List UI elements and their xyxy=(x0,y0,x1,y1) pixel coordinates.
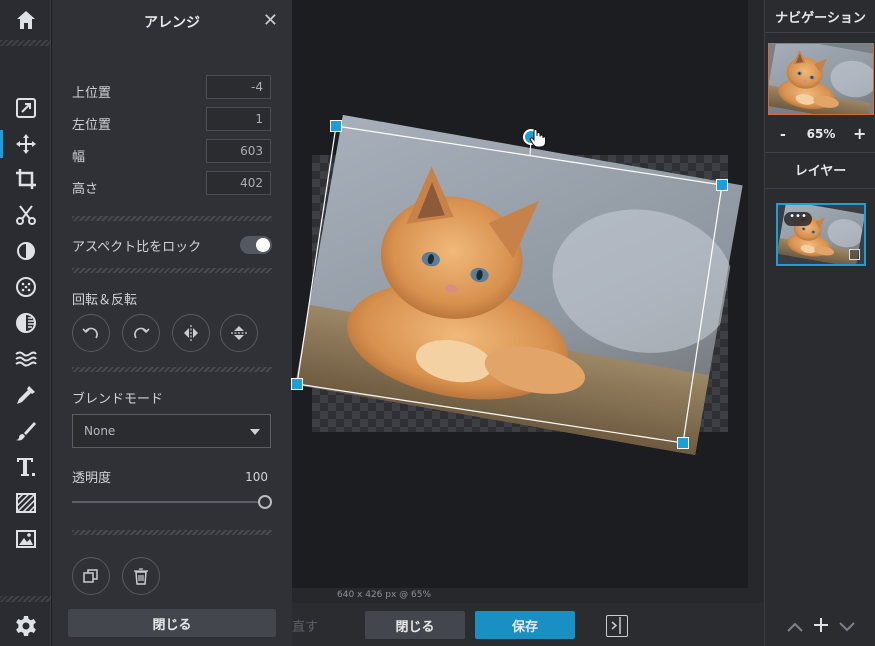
section-divider xyxy=(765,32,875,33)
duplicate-icon xyxy=(83,569,98,583)
aspect-lock-toggle[interactable] xyxy=(240,236,272,254)
aspect-lock-label: アスペクト比をロック xyxy=(72,240,202,255)
adjust-icon[interactable] xyxy=(0,235,51,267)
panel-close-button[interactable]: 閉じる xyxy=(68,609,276,637)
flip-vertical-button[interactable] xyxy=(220,314,258,352)
settings-icon[interactable] xyxy=(0,610,51,642)
resize-icon[interactable] xyxy=(0,92,51,124)
navigation-preview-image xyxy=(769,44,873,114)
blend-mode-label: ブレンドモード xyxy=(72,392,164,407)
chevron-down-icon[interactable] xyxy=(838,618,856,639)
rotate-left-button[interactable] xyxy=(72,314,110,352)
opacity-slider-track[interactable] xyxy=(72,501,258,503)
rotate-right-button[interactable] xyxy=(122,314,160,352)
navigation-thumbnail[interactable] xyxy=(768,43,874,115)
photo-editor: アレンジ ✕ 上位置 -4 左位置 1 幅 603 高さ 402 アスペクト比を… xyxy=(0,0,875,646)
move-icon[interactable] xyxy=(0,128,51,160)
opacity-slider-thumb[interactable] xyxy=(258,495,272,509)
section-divider xyxy=(72,216,272,221)
hand-cursor-icon xyxy=(529,128,546,148)
left-position-input[interactable]: 1 xyxy=(206,107,271,131)
height-label: 高さ xyxy=(72,182,99,197)
resize-handle-top-right[interactable] xyxy=(716,179,728,191)
section-divider xyxy=(72,367,272,372)
eyedropper-icon[interactable] xyxy=(0,379,51,411)
wave-icon[interactable] xyxy=(0,343,51,375)
section-divider xyxy=(72,268,272,273)
flip-horizontal-button[interactable] xyxy=(172,314,210,352)
brush-icon[interactable] xyxy=(0,415,51,447)
tool-bar xyxy=(0,0,51,646)
layers-title: レイヤー xyxy=(794,164,847,179)
zoom-in-button[interactable]: + xyxy=(853,124,866,143)
delete-layer-button[interactable] xyxy=(122,557,160,595)
resize-handle-bottom-left[interactable] xyxy=(291,378,303,390)
canvas-scrollbar[interactable] xyxy=(748,0,764,603)
section-divider xyxy=(72,530,272,535)
blend-mode-value: None xyxy=(84,424,116,438)
height-input[interactable]: 402 xyxy=(206,171,271,195)
width-label: 幅 xyxy=(72,150,86,165)
toggle-knob xyxy=(256,238,270,252)
rotate-flip-label: 回転＆反転 xyxy=(72,293,138,308)
layer-visibility-icon[interactable] xyxy=(849,249,860,260)
blend-mode-select[interactable]: None xyxy=(72,414,271,448)
top-position-label: 上位置 xyxy=(72,86,112,101)
redo-text[interactable]: 直す xyxy=(292,616,318,635)
opacity-label: 透明度 xyxy=(72,471,112,486)
effects-icon[interactable] xyxy=(0,271,51,303)
layer-menu-button[interactable]: ••• xyxy=(784,212,812,226)
filter-icon[interactable] xyxy=(0,307,51,339)
trash-icon xyxy=(134,568,148,585)
close-icon[interactable]: ✕ xyxy=(263,10,278,31)
zoom-level: 65% xyxy=(806,127,836,141)
image-info-bar: 640 x 426 px @ 65% xyxy=(292,588,748,603)
panel-toggle-icon xyxy=(611,617,621,634)
canvas-transparent-background xyxy=(312,155,728,432)
section-divider xyxy=(765,188,875,189)
resize-handle-bottom-right[interactable] xyxy=(677,437,689,449)
arrange-panel: アレンジ ✕ 上位置 -4 左位置 1 幅 603 高さ 402 アスペクト比を… xyxy=(52,0,292,646)
section-divider xyxy=(765,152,875,153)
width-input[interactable]: 603 xyxy=(206,139,271,163)
panel-title: アレンジ xyxy=(144,15,200,31)
close-button[interactable]: 閉じる xyxy=(365,611,465,639)
toolbar-divider xyxy=(0,40,51,46)
home-icon[interactable] xyxy=(0,4,51,36)
layer-thumbnail[interactable]: ••• xyxy=(776,203,866,266)
left-position-label: 左位置 xyxy=(72,118,112,133)
caret-down-icon xyxy=(250,429,260,435)
chevron-up-icon[interactable] xyxy=(786,618,804,639)
duplicate-layer-button[interactable] xyxy=(72,557,110,595)
flip-horizontal-icon xyxy=(184,325,198,341)
toolbar-divider xyxy=(0,596,51,602)
save-button[interactable]: 保存 xyxy=(475,611,575,639)
text-icon[interactable] xyxy=(0,451,51,483)
rotate-right-icon xyxy=(134,327,150,339)
zoom-out-button[interactable]: - xyxy=(780,127,786,143)
flip-vertical-icon xyxy=(231,326,247,340)
resize-handle-top-left[interactable] xyxy=(330,120,342,132)
image-icon[interactable] xyxy=(0,523,51,555)
panel-header: アレンジ ✕ xyxy=(52,0,292,44)
right-panel: ナビゲーション - 65% + レイヤー ••• xyxy=(764,0,875,646)
texture-icon[interactable] xyxy=(0,487,51,519)
crop-icon[interactable] xyxy=(0,163,51,195)
opacity-value: 100 xyxy=(245,470,268,484)
top-position-input[interactable]: -4 xyxy=(206,75,271,99)
image-info-text: 640 x 426 px @ 65% xyxy=(337,590,432,600)
plus-icon[interactable] xyxy=(812,618,830,639)
cut-icon[interactable] xyxy=(0,199,51,231)
toggle-panel-button[interactable] xyxy=(606,615,628,637)
rotate-left-icon xyxy=(82,327,98,339)
navigation-title: ナビゲーション xyxy=(775,11,866,26)
